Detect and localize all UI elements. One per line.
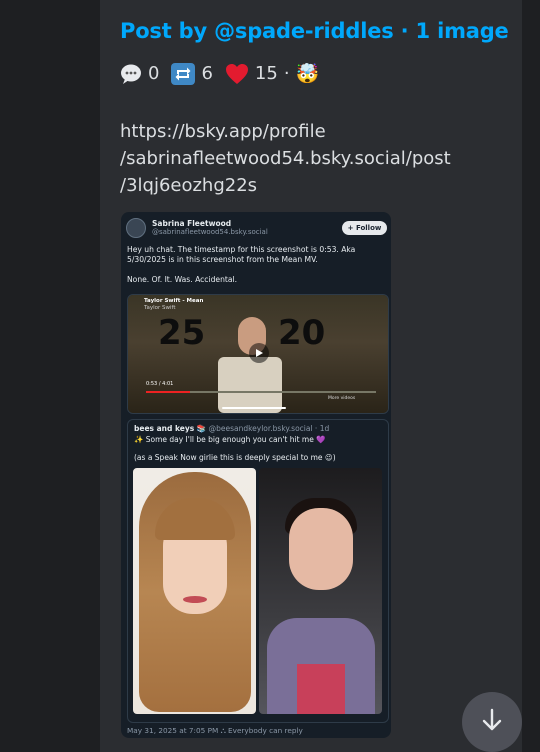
home-indicator	[222, 407, 286, 409]
post-url-link[interactable]: https://bsky.app/profile /sabrinafleetwo…	[120, 118, 515, 199]
quoted-text-line: (as a Speak Now girlie this is deeply sp…	[134, 453, 336, 462]
arrow-down-icon	[479, 707, 505, 737]
repost-icon	[171, 62, 196, 85]
screenshot-author: Sabrina Fleetwood @sabrinafleetwood54.bs…	[126, 218, 268, 238]
post-title-link[interactable]: Post by @spade-riddles · 1 image	[120, 19, 509, 43]
portrait-photo-right	[259, 468, 382, 714]
avatar	[126, 218, 146, 238]
video-time: 0:53 / 4:01	[146, 381, 174, 387]
quoted-post: bees and keys 📚 @beesandkeylor.bsky.soci…	[127, 419, 389, 723]
screenshot-post-text: Hey uh chat. The timestamp for this scre…	[127, 245, 383, 285]
video-embed: 25 20 Taylor Swift - Mean Taylor Swift 0…	[127, 294, 389, 414]
text-line: 5/30/2025 is in this screenshot from the…	[127, 255, 318, 264]
more-videos: More videos	[328, 396, 356, 401]
scroll-rail	[522, 0, 540, 752]
scroll-down-button[interactable]	[462, 692, 522, 752]
channel-gutter	[0, 0, 96, 752]
repost-count: 6	[201, 63, 213, 84]
follow-button: + Follow	[342, 221, 387, 235]
heart-icon	[225, 63, 249, 85]
portrait-photo-left	[133, 468, 256, 714]
url-line: /3lqj6eozhg22s	[120, 175, 258, 196]
url-line: https://bsky.app/profile	[120, 121, 326, 142]
author-name: Sabrina Fleetwood	[152, 219, 232, 228]
exploding-head-emoji: 🤯	[295, 63, 320, 85]
url-line: /sabrinafleetwood54.bsky.social/post	[120, 148, 451, 169]
like-count: 15	[254, 63, 278, 84]
post-stats: 0 6 15 · 🤯	[120, 62, 319, 85]
comment-count: 0	[148, 63, 160, 84]
text-line: None. Of. It. Was. Accidental.	[127, 275, 238, 284]
attached-image[interactable]: Sabrina Fleetwood @sabrinafleetwood54.bs…	[121, 212, 391, 738]
video-title: Taylor Swift - Mean Taylor Swift	[144, 298, 204, 311]
play-icon	[249, 343, 269, 363]
comment-icon	[120, 63, 142, 85]
text-line: Hey uh chat. The timestamp for this scre…	[127, 245, 356, 254]
quoted-text-line: ✨ Some day I'll be big enough you can't …	[134, 435, 326, 444]
stats-separator: ·	[283, 63, 290, 84]
quoted-author: bees and keys 📚 @beesandkeylor.bsky.soci…	[134, 424, 330, 433]
author-handle: @sabrinafleetwood54.bsky.social	[152, 228, 268, 236]
post-timestamp: May 31, 2025 at 7:05 PM ⛬ Everybody can …	[127, 726, 303, 735]
video-progress	[146, 391, 376, 393]
